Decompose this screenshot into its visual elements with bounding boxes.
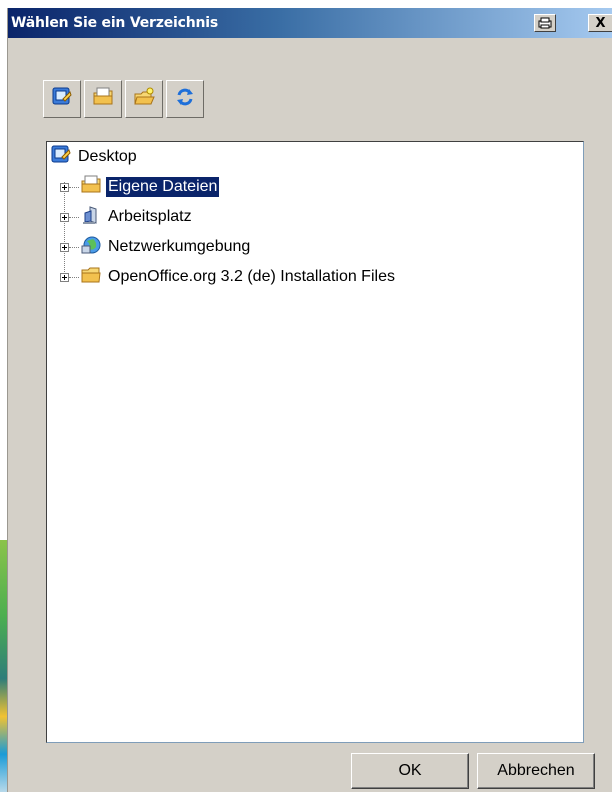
toolbar — [43, 80, 204, 118]
my-documents-button[interactable] — [84, 80, 122, 118]
refresh-icon — [174, 86, 196, 112]
network-icon — [81, 235, 101, 259]
tree-node-label: OpenOffice.org 3.2 (de) Installation Fil… — [108, 268, 395, 285]
new-folder-icon — [133, 86, 155, 112]
desktop-icon — [51, 86, 73, 112]
expand-toggle[interactable] — [60, 182, 69, 192]
refresh-button[interactable] — [166, 80, 204, 118]
folder-tree[interactable]: Desktop Eigene Dateien Arbeitsplatz Netz… — [46, 141, 584, 743]
tree-connector — [69, 276, 79, 278]
tree-node-computer[interactable]: Arbeitsplatz — [60, 205, 194, 229]
tree-node-label: Desktop — [78, 148, 137, 165]
tree-connector — [69, 246, 79, 248]
expand-toggle[interactable] — [60, 242, 69, 252]
cancel-button[interactable]: Abbrechen — [477, 753, 595, 789]
my-documents-icon — [92, 86, 114, 112]
new-folder-button[interactable] — [125, 80, 163, 118]
expand-toggle[interactable] — [60, 212, 69, 222]
expand-toggle[interactable] — [60, 272, 69, 282]
my-documents-icon — [81, 175, 101, 199]
tree-node-label: Eigene Dateien — [104, 176, 221, 198]
tree-node-my-documents[interactable]: Eigene Dateien — [60, 175, 221, 199]
print-button[interactable] — [534, 14, 556, 32]
tree-node-label: Netzwerkumgebung — [108, 238, 251, 255]
title-bar[interactable]: Wählen Sie ein Verzeichnis X — [8, 8, 612, 38]
tree-connector — [69, 186, 79, 188]
tree-node-network[interactable]: Netzwerkumgebung — [60, 235, 252, 259]
folder-icon — [81, 265, 101, 289]
tree-node-openoffice-folder[interactable]: OpenOffice.org 3.2 (de) Installation Fil… — [60, 265, 397, 289]
print-icon — [538, 14, 552, 33]
tree-node-label: Arbeitsplatz — [108, 208, 192, 225]
close-icon: X — [595, 15, 606, 31]
tree-connector — [69, 216, 79, 218]
tree-node-desktop[interactable]: Desktop — [51, 145, 139, 169]
desktop-icon — [51, 145, 71, 169]
ok-button[interactable]: OK — [351, 753, 469, 789]
close-button[interactable]: X — [588, 14, 612, 32]
directory-dialog: Wählen Sie ein Verzeichnis X Desktop Eig… — [7, 8, 612, 792]
desktop-button[interactable] — [43, 80, 81, 118]
window-title: Wählen Sie ein Verzeichnis — [11, 15, 218, 31]
computer-icon — [81, 205, 101, 229]
